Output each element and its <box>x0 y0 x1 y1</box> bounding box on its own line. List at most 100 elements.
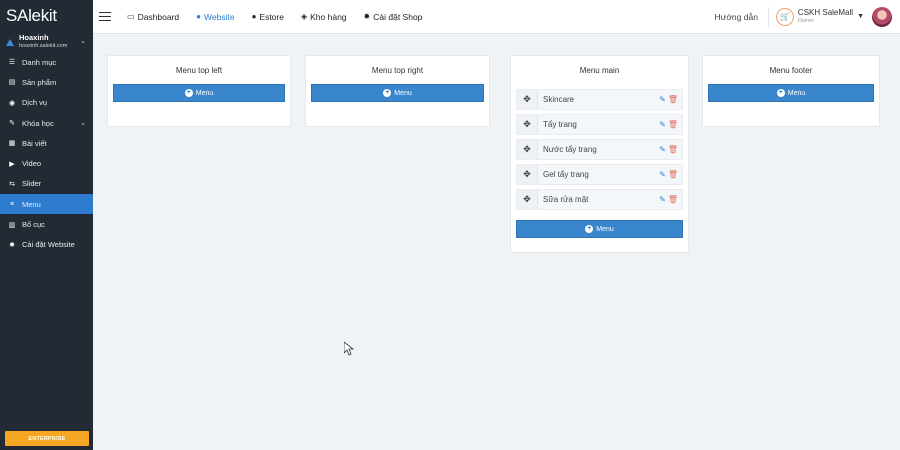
shop-selector[interactable]: Hoaxinh hoaxinh.salekit.com ⌄ <box>0 32 93 52</box>
sidebar-item-label: Sản phẩm <box>22 77 57 87</box>
sidebar-item-bo-cuc[interactable]: ▥ Bố cục <box>0 214 93 234</box>
globe-icon: ● <box>251 12 257 21</box>
pencil-icon[interactable]: ✎ <box>659 145 666 154</box>
slider-icon: ⇆ <box>9 180 15 188</box>
tab-cai-dat-shop[interactable]: ✹ Cài đặt Shop <box>364 12 423 22</box>
avatar[interactable] <box>872 6 892 27</box>
user-role: Owner <box>797 17 815 24</box>
sidebar-item-slider[interactable]: ⇆ Slider <box>0 174 93 194</box>
sidebar-item-cai-dat-website[interactable]: ✹ Cài đặt Website <box>0 235 93 255</box>
button-label: Menu <box>195 89 214 97</box>
sidebar-item-label: Khóa học <box>22 118 54 128</box>
card-menu-footer: Menu footer + Menu <box>702 55 880 127</box>
logo[interactable]: SAlekit <box>0 0 93 32</box>
pencil-icon[interactable]: ✎ <box>659 95 666 104</box>
gear-icon: ✹ <box>9 241 15 249</box>
add-menu-button[interactable]: + Menu <box>708 84 874 102</box>
button-label: Menu <box>596 225 614 233</box>
card-title: Menu top right <box>371 66 424 75</box>
topbar-right: Hướng dẫn 🛒 CSKH SaleMall Owner ▼ <box>715 0 900 34</box>
drag-handle-icon[interactable]: ✥ <box>517 190 538 209</box>
add-menu-button[interactable]: + Menu <box>311 84 484 102</box>
sidebar-item-label: Menu <box>22 199 41 209</box>
menu-item-label: Tẩy trang <box>543 120 577 129</box>
trash-icon[interactable]: 🗑 <box>668 120 678 129</box>
list-item[interactable]: ✥ Gel tẩy trang ✎ 🗑 <box>516 164 683 185</box>
sidebar-item-khoa-hoc[interactable]: ✎ Khóa học ⌄ <box>0 113 93 133</box>
list-item[interactable]: ✥ Tẩy trang ✎ 🗑 <box>516 114 683 135</box>
user-menu[interactable]: CSKH SaleMall Owner <box>797 7 854 25</box>
menu-item-label: Nước tẩy trang <box>543 145 597 154</box>
product-icon: ▤ <box>8 79 16 87</box>
cart-icon[interactable]: 🛒 <box>775 7 794 26</box>
tab-estore[interactable]: ● Estore <box>252 12 284 22</box>
card-menu-main: Menu main ✥ Skincare ✎ 🗑 ✥ Tẩy trang ✎ 🗑 ✥… <box>510 55 689 253</box>
pencil-icon[interactable]: ✎ <box>659 195 666 204</box>
sidebar-item-dich-vu[interactable]: ◉ Dịch vụ <box>0 93 93 113</box>
tab-dashboard[interactable]: ▭ Dashboard <box>127 12 179 22</box>
trash-icon[interactable]: 🗑 <box>668 95 678 104</box>
sidebar-nav: ☰ Danh mục ▤ Sản phẩm ◉ Dịch vụ ✎ Khóa h… <box>0 52 93 255</box>
plan-badge[interactable]: ENTERPRISE <box>5 431 89 446</box>
divider <box>767 6 769 27</box>
button-label: Menu <box>787 89 806 97</box>
drag-handle-icon[interactable]: ✥ <box>517 90 538 109</box>
sidebar-item-danh-muc[interactable]: ☰ Danh mục <box>0 52 93 72</box>
service-icon: ◉ <box>8 99 16 107</box>
button-label: Menu <box>394 89 412 97</box>
trash-icon[interactable]: 🗑 <box>668 170 678 179</box>
sidebar-item-label: Bố cục <box>22 220 45 230</box>
caret-down-icon[interactable]: ▼ <box>857 13 864 20</box>
sidebar-item-bai-viet[interactable]: ▦ Bài viết <box>0 133 93 153</box>
sidebar: SAlekit Hoaxinh hoaxinh.salekit.com ⌄ ☰ … <box>0 0 93 450</box>
plus-circle-icon: + <box>776 89 785 97</box>
topbar: ▭ Dashboard ● Website ● Estore ◈ Kho hàn… <box>93 0 900 34</box>
card-title: Menu main <box>579 66 620 75</box>
help-link[interactable]: Hướng dẫn <box>715 12 758 22</box>
drag-handle-icon[interactable]: ✥ <box>517 115 538 134</box>
tab-label: Estore <box>259 11 284 22</box>
globe-icon: ● <box>196 12 201 21</box>
pencil-icon[interactable]: ✎ <box>659 170 666 179</box>
plus-circle-icon: + <box>184 89 193 97</box>
tab-label: Website <box>204 11 235 22</box>
drag-handle-icon[interactable]: ✥ <box>517 140 538 159</box>
shop-logo-icon <box>6 38 14 46</box>
list-item[interactable]: ✥ Skincare ✎ 🗑 <box>516 89 683 110</box>
card-title: Menu top left <box>175 66 223 75</box>
trash-icon[interactable]: 🗑 <box>668 195 678 204</box>
hamburger-icon[interactable] <box>99 11 111 22</box>
tab-label: Dashboard <box>137 11 180 22</box>
sidebar-item-label: Danh mục <box>22 57 57 67</box>
card-title: Menu footer <box>769 66 813 75</box>
video-icon: ▶ <box>9 160 15 168</box>
tab-website[interactable]: ● Website <box>196 12 234 22</box>
sidebar-item-label: Slider <box>22 179 42 189</box>
user-name: CSKH SaleMall <box>797 7 854 17</box>
drag-handle-icon[interactable]: ✥ <box>517 165 538 184</box>
plus-circle-icon: + <box>383 89 392 97</box>
shop-domain: hoaxinh.salekit.com <box>19 43 68 49</box>
course-icon: ✎ <box>9 120 15 128</box>
sidebar-item-label: Video <box>22 159 42 169</box>
menu-icon: ≡ <box>9 200 15 208</box>
list-icon: ☰ <box>8 59 16 67</box>
trash-icon[interactable]: 🗑 <box>668 145 678 154</box>
add-menu-button[interactable]: + Menu <box>516 220 683 238</box>
add-menu-button[interactable]: + Menu <box>113 84 285 102</box>
card-menu-top-right: Menu top right + Menu <box>305 55 490 127</box>
plus-circle-icon: + <box>585 225 594 233</box>
sidebar-item-video[interactable]: ▶ Video <box>0 153 93 173</box>
tab-kho-hang[interactable]: ◈ Kho hàng <box>301 12 347 22</box>
sidebar-item-label: Cài đặt Website <box>22 240 75 250</box>
menu-item-label: Sữa rửa mặt <box>543 195 589 204</box>
sidebar-item-menu[interactable]: ≡ Menu <box>0 194 93 215</box>
list-item[interactable]: ✥ Nước tẩy trang ✎ 🗑 <box>516 139 683 160</box>
list-item[interactable]: ✥ Sữa rửa mặt ✎ 🗑 <box>516 189 683 210</box>
gear-icon: ✹ <box>363 12 371 21</box>
menu-item-label: Gel tẩy trang <box>543 170 589 179</box>
logo-text: SAlekit <box>6 6 57 25</box>
sidebar-item-san-pham[interactable]: ▤ Sản phẩm <box>0 72 93 92</box>
pencil-icon[interactable]: ✎ <box>659 120 666 129</box>
chevron-down-icon: ⌄ <box>80 38 86 45</box>
